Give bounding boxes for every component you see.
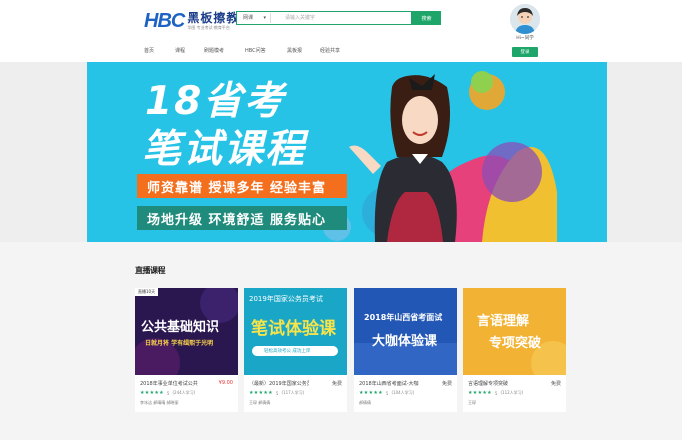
course-thumbnail[interactable]: 2019年国家公务员考试 笔试体验课 轻松高效考公 成功上岸 — [244, 288, 347, 375]
search-box: 网课 ▾ — [236, 11, 412, 25]
student-count: (112人学习) — [500, 390, 524, 395]
logo-tagline: 华图 专业考试·教育平台 — [187, 24, 230, 30]
course-price: 免费 — [550, 381, 561, 387]
search-input[interactable] — [271, 13, 401, 23]
top-header: HBC 黑板擦教育 华图 专业考试·教育平台 网课 ▾ 搜索 首页 课程 刷题模… — [0, 0, 682, 62]
course-rating: ★★★★★ 5 (112人学习) — [468, 390, 523, 396]
student-count: (104人学习) — [391, 390, 415, 395]
thumb-subline: 日就月将 学有缉熙于光明 — [145, 340, 214, 347]
course-card[interactable]: 直播10天 公共基础知识 日就月将 学有缉熙于光明 2018年事业单位考试公共 … — [135, 288, 238, 412]
search-scope-label: 网课 — [243, 15, 254, 21]
logo-mark: HBC — [144, 9, 185, 32]
course-title[interactable]: （最新）2019年国家公务员 — [249, 380, 309, 387]
section-title: 直播课程 — [135, 266, 166, 275]
course-thumbnail[interactable]: 直播10天 公共基础知识 日就月将 学有缉熙于光明 — [135, 288, 238, 375]
course-thumbnail[interactable]: 言语理解 专项突破 — [463, 288, 566, 375]
rating-value: 5 — [494, 390, 498, 396]
student-count: (244人学习) — [172, 390, 196, 395]
banner-tag-venue: 场地升级 环境舒适 服务贴心 — [137, 206, 347, 230]
nav-item-qa[interactable]: HBC问答 — [245, 47, 287, 54]
nav-item-courses[interactable]: 课程 — [175, 47, 204, 54]
thumb-headline: 2018年山西省考面试 — [364, 313, 443, 322]
course-card[interactable]: 2019年国家公务员考试 笔试体验课 轻松高效考公 成功上岸 （最新）2019年… — [244, 288, 347, 412]
chevron-down-icon: ▾ — [263, 15, 266, 21]
rating-value: 5 — [166, 390, 170, 396]
promo-banner[interactable]: 18省考 笔试课程 师资靠谱 授课多年 经验丰富 场地升级 环境舒适 服务贴心 — [87, 62, 607, 242]
login-button[interactable]: 登录 — [512, 47, 538, 57]
thumb-subline: 专项突破 — [489, 336, 542, 351]
course-price: 免费 — [441, 381, 452, 387]
search-scope-select[interactable]: 网课 ▾ — [237, 13, 271, 23]
avatar[interactable] — [510, 4, 540, 34]
nav-item-experience[interactable]: 经验共享 — [320, 47, 360, 54]
star-rating-icon: ★★★★★ — [140, 390, 164, 396]
thumb-headline: 2019年国家公务员考试 — [249, 295, 323, 303]
star-rating-icon: ★★★★★ — [249, 390, 273, 396]
banner-tag-teachers: 师资靠谱 授课多年 经验丰富 — [137, 174, 347, 198]
course-card[interactable]: 2018年山西省考面试 大咖体验课 2018年山西省考面试-大咖 免费 ★★★★… — [354, 288, 457, 412]
rating-value: 5 — [385, 390, 389, 396]
course-rating: ★★★★★ 5 (117人学习) — [249, 390, 304, 396]
course-teachers: 王琛 — [468, 400, 476, 405]
rating-value: 5 — [275, 390, 279, 396]
thumb-subline: 笔试体验课 — [251, 319, 336, 339]
nav-item-practice[interactable]: 刷题模考 — [204, 47, 245, 54]
course-title[interactable]: 2018年山西省考面试-大咖 — [359, 380, 419, 387]
user-greeting: Hi~同学 — [516, 36, 534, 41]
avatar-icon — [510, 4, 540, 34]
course-teachers: 李冰洁 郝晴晴 郝晓丽 — [140, 400, 179, 405]
course-price: ¥9.00 — [218, 380, 233, 386]
course-price: 免费 — [331, 381, 342, 387]
thumb-headline: 公共基础知识 — [141, 320, 220, 335]
course-card[interactable]: 言语理解 专项突破 言语理解专项突破 免费 ★★★★★ 5 (112人学习) 王… — [463, 288, 566, 412]
student-count: (117人学习) — [281, 390, 305, 395]
thumb-caption: 轻松高效考公 成功上岸 — [264, 349, 311, 354]
course-rating: ★★★★★ 5 (104人学习) — [359, 390, 414, 396]
course-rating: ★★★★★ 5 (244人学习) — [140, 390, 195, 396]
main-nav: 首页 课程 刷题模考 HBC问答 黑板报 经验共享 — [144, 47, 360, 54]
thumb-headline: 言语理解 — [477, 314, 530, 329]
course-title[interactable]: 2018年事业单位考试公共 — [140, 380, 200, 387]
live-badge: 直播10天 — [135, 288, 159, 296]
nav-item-home[interactable]: 首页 — [144, 47, 175, 54]
course-thumbnail[interactable]: 2018年山西省考面试 大咖体验课 — [354, 288, 457, 375]
nav-item-board[interactable]: 黑板报 — [287, 47, 320, 54]
course-title[interactable]: 言语理解专项突破 — [468, 380, 528, 387]
thumb-subline: 大咖体验课 — [372, 334, 438, 349]
course-teachers: 郝倩倩 — [359, 400, 371, 405]
banner-headline-2: 笔试课程 — [142, 127, 307, 172]
search-button[interactable]: 搜索 — [412, 11, 441, 25]
course-teachers: 王琛 郝倩倩 — [249, 400, 271, 405]
star-rating-icon: ★★★★★ — [359, 390, 383, 396]
star-rating-icon: ★★★★★ — [468, 390, 492, 396]
